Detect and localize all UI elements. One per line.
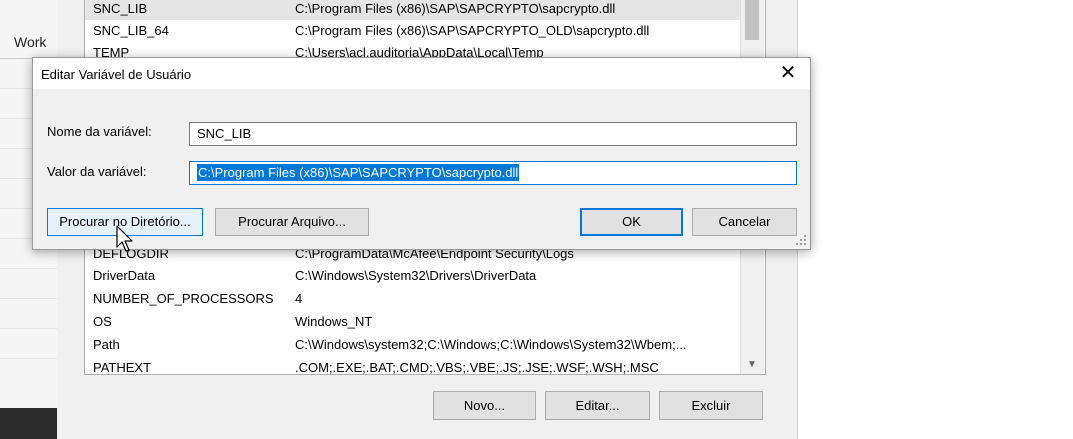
table-row[interactable]: DriverData C:\Windows\System32\Drivers\D… [85,265,745,287]
variable-value-field[interactable]: C:\Program Files (x86)\SAP\SAPCRYPTO\sap… [189,161,797,185]
divider [0,358,57,359]
variable-name: Path [93,337,120,352]
variable-name: OS [93,314,112,329]
variable-name-label: Nome da variável: [47,124,152,139]
taskbar [0,408,57,439]
dialog-titlebar[interactable]: Editar Variável de Usuário ✕ [33,58,810,89]
background-app-tab[interactable]: Work [14,34,46,50]
table-row[interactable]: PATHEXT .COM;.EXE;.BAT;.CMD;.VBS;.VBE;.J… [85,357,745,375]
divider [0,268,57,269]
edit-button[interactable]: Editar... [545,391,650,420]
variable-name: NUMBER_OF_PROCESSORS [93,291,274,306]
ok-button[interactable]: OK [580,208,683,236]
browse-file-button[interactable]: Procurar Arquivo... [215,208,369,236]
scrollbar-thumb[interactable] [745,0,759,40]
cancel-button[interactable]: Cancelar [692,208,797,236]
dialog-title: Editar Variável de Usuário [41,67,192,82]
variable-name: SNC_LIB [93,1,148,16]
resize-grip-icon[interactable] [795,234,807,246]
variable-value: C:\Program Files (x86)\SAP\SAPCRYPTO\sap… [295,1,616,16]
table-row[interactable]: NUMBER_OF_PROCESSORS 4 [85,288,745,310]
variable-value: .COM;.EXE;.BAT;.CMD;.VBS;.VBE;.JS;.JSE;.… [295,360,659,375]
variable-name: DriverData [93,268,156,283]
table-row[interactable]: Path C:\Windows\system32;C:\Windows;C:\W… [85,334,745,356]
table-row[interactable]: SNC_LIB_64 C:\Program Files (x86)\SAP\SA… [85,20,745,42]
new-button[interactable]: Novo... [433,391,536,420]
delete-button[interactable]: Excluir [659,391,763,420]
variable-value: 4 [295,291,303,306]
variable-value: C:\Windows\system32;C:\Windows;C:\Window… [295,337,687,352]
variable-name-value: SNC_LIB [197,126,252,141]
edit-variable-dialog: Editar Variável de Usuário ✕ Nome da var… [32,57,811,250]
variable-name: SNC_LIB_64 [93,23,169,38]
variable-name-field[interactable]: SNC_LIB [189,122,797,146]
variable-value: C:\Windows\System32\Drivers\DriverData [295,268,537,283]
divider [0,298,57,299]
variable-value: Windows_NT [295,314,373,329]
chevron-down-icon[interactable]: ▼ [747,359,757,370]
variable-value-selected-text: C:\Program Files (x86)\SAP\SAPCRYPTO\sap… [197,164,520,181]
variable-value: C:\Program Files (x86)\SAP\SAPCRYPTO_OLD… [295,23,650,38]
close-icon[interactable]: ✕ [766,58,810,89]
divider [0,328,57,329]
table-row[interactable]: OS Windows_NT [85,311,745,333]
variable-name: PATHEXT [93,360,152,375]
variable-value-label: Valor da variável: [47,164,147,179]
mouse-pointer-icon [116,225,133,252]
table-row[interactable]: SNC_LIB C:\Program Files (x86)\SAP\SAPCR… [85,0,745,20]
